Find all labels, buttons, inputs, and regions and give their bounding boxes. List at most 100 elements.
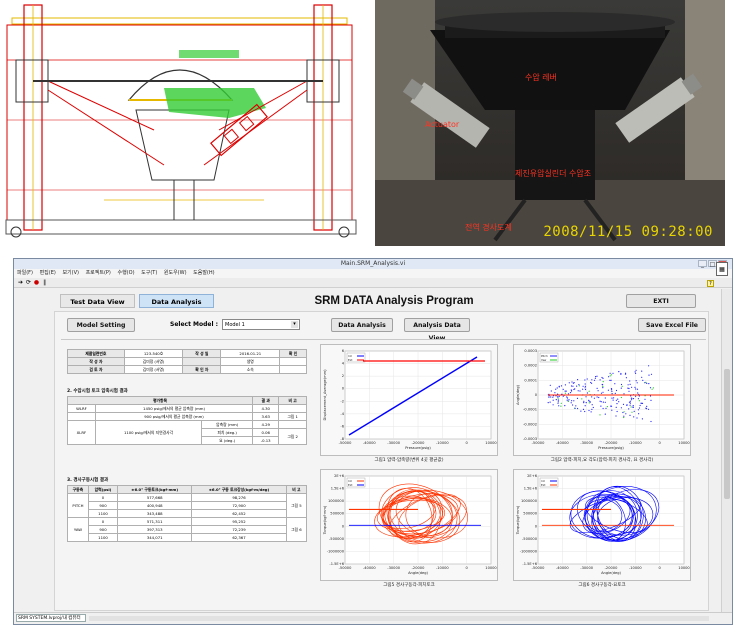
data-point	[634, 386, 636, 388]
minimize-button[interactable]: _	[698, 260, 707, 268]
vertical-scrollbar[interactable]	[721, 289, 732, 612]
data-point	[590, 411, 592, 413]
y-tick-label: 0.0003	[524, 349, 537, 353]
data-point	[597, 390, 599, 392]
tab-test-data-view[interactable]: Test Data View	[60, 294, 135, 308]
data-point	[577, 390, 579, 392]
data-point	[632, 405, 634, 407]
analysis-data-view-button[interactable]: Analysis Data View	[404, 318, 470, 342]
data-point	[602, 407, 604, 410]
menu-help[interactable]: 도움말(H)	[193, 270, 214, 276]
x-tick-label: 10000	[485, 566, 497, 570]
y-axis-label: Angle(deg)	[516, 385, 520, 405]
x-tick-label: -40000	[556, 441, 569, 445]
data-point	[636, 417, 638, 419]
data-point	[647, 408, 650, 410]
data-point	[636, 382, 638, 384]
data-point	[557, 401, 559, 403]
data-point	[591, 404, 593, 406]
x-tick-label: -10000	[436, 441, 449, 445]
data-point	[602, 391, 604, 393]
data-point	[574, 388, 576, 390]
data-point	[583, 402, 585, 404]
y-tick-label: 1000000	[521, 499, 538, 503]
data-point	[604, 413, 606, 415]
data-point	[611, 397, 613, 399]
data-point	[638, 400, 640, 402]
table-cell: 900 psig/에서의 평균 압축량 (mm)	[94, 412, 254, 421]
data-point	[632, 406, 634, 408]
section3-title: 3. 경사구동시험 결과	[67, 478, 109, 483]
data-point	[568, 382, 570, 384]
select-model-dropdown[interactable]: Model 1 ▾	[222, 319, 300, 330]
x-axis-label: Angle(deg)	[408, 571, 428, 575]
data-point	[582, 388, 584, 390]
help-icon[interactable]: ?	[707, 280, 714, 287]
plot-angle-pitch-torque[interactable]: 2E+6 1.5E+6 1000000 500000 0 -500000 -1000000-…	[320, 469, 498, 581]
x-tick-label: 0	[466, 566, 469, 570]
program-title: SRM DATA Analysis Program	[314, 295, 474, 307]
y-tick-label: -4	[340, 412, 344, 416]
data-point	[591, 408, 593, 410]
y-tick-label: -0.0002	[523, 422, 537, 426]
y-tick-label: 0	[535, 393, 538, 397]
info-cell: 검 토 자	[67, 365, 125, 374]
plot2-caption: 그림2 압력-피치,요 각도(압력-피치 경사각, 요 경사각)	[550, 458, 654, 463]
menu-edit[interactable]: 편집(E)	[40, 270, 56, 276]
exit-button[interactable]: EXTI	[626, 294, 696, 308]
y-tick-label: 6	[342, 349, 345, 353]
menu-tools[interactable]: 도구(T)	[141, 270, 157, 276]
scroll-thumb[interactable]	[724, 369, 730, 499]
table-cell: 62,367	[191, 533, 287, 542]
info-table: 제품일련번호 123-540호 작 성 일 2016.01.21 확 인 작 성…	[67, 349, 307, 374]
data-point	[630, 406, 632, 408]
y-tick-label: 2E+6	[334, 474, 345, 478]
menu-project[interactable]: 프로젝트(P)	[86, 270, 111, 276]
save-excel-button[interactable]: Save Excel File	[638, 318, 706, 332]
table-cell: 1100 psig/에서의 지연경사각	[94, 420, 203, 445]
table-cell: 900	[87, 501, 119, 510]
data-point	[627, 387, 629, 389]
run-continuous-icon[interactable]: ⟳	[25, 279, 32, 286]
x-tick-label: -10000	[629, 566, 642, 570]
y-tick-label: 0	[535, 524, 538, 528]
data-point	[562, 388, 564, 390]
data-point	[642, 379, 644, 381]
menu-file[interactable]: 파일(F)	[17, 270, 33, 276]
plot-angle-yaw-torque[interactable]: 2E+6 1.5E+6 1000000 500000 0 -500000 -1000000-…	[513, 469, 691, 581]
data-point	[577, 407, 579, 410]
data-point	[631, 399, 633, 401]
plot-pressure-displacement[interactable]: 6 4 2 0 -2 -4 -6 -8 -50000 -40000 -30000 -20000 -100…	[320, 344, 498, 456]
y-tick-label: 1.5E+6	[331, 487, 345, 491]
table-header: ±6.0° 구동토크(kgf·mm)	[117, 485, 193, 494]
model-setting-button[interactable]: Model Setting	[67, 318, 135, 332]
menu-operate[interactable]: 수행(O)	[117, 270, 134, 276]
table-header: ±6.0° 구동 토크강성(kgf·m/deg)	[191, 485, 287, 494]
plot6-caption: 그림6 경사구동각-요토크	[578, 583, 626, 588]
info-cell: 제품일련번호	[67, 349, 125, 358]
data-point	[623, 415, 625, 417]
tab-data-analysis[interactable]: Data Analysis	[139, 294, 214, 308]
y-tick-label: 500000	[330, 512, 344, 516]
data-point	[600, 401, 602, 403]
x-tick-label: -30000	[580, 566, 593, 570]
data-point	[560, 402, 562, 404]
abort-icon[interactable]: ●	[33, 279, 40, 286]
data-point	[572, 385, 574, 387]
legend-label: Yaw	[541, 358, 547, 362]
data-point	[614, 392, 616, 394]
table-cell: 62,452	[191, 509, 287, 518]
run-arrow-icon[interactable]: ➔	[17, 279, 24, 286]
plot-pressure-angle[interactable]: 0.0003 0.0002 0.0001 0 -0.0001 -0.0002 -0.0003…	[513, 344, 691, 456]
pause-icon[interactable]: ∥	[41, 279, 48, 286]
y-tick-label: 500000	[523, 512, 537, 516]
menu-window[interactable]: 윈도우(W)	[164, 270, 187, 276]
photo-timestamp: 2008/11/15 09:28:00	[543, 224, 713, 240]
menu-view[interactable]: 보기(V)	[62, 270, 79, 276]
horizontal-scrollbar[interactable]	[89, 616, 709, 621]
data-point	[650, 420, 652, 423]
table-cell: 4.29	[252, 420, 280, 429]
data-analysis-button[interactable]: Data Analysis	[331, 318, 393, 332]
data-point	[555, 399, 557, 401]
data-point	[557, 402, 559, 404]
